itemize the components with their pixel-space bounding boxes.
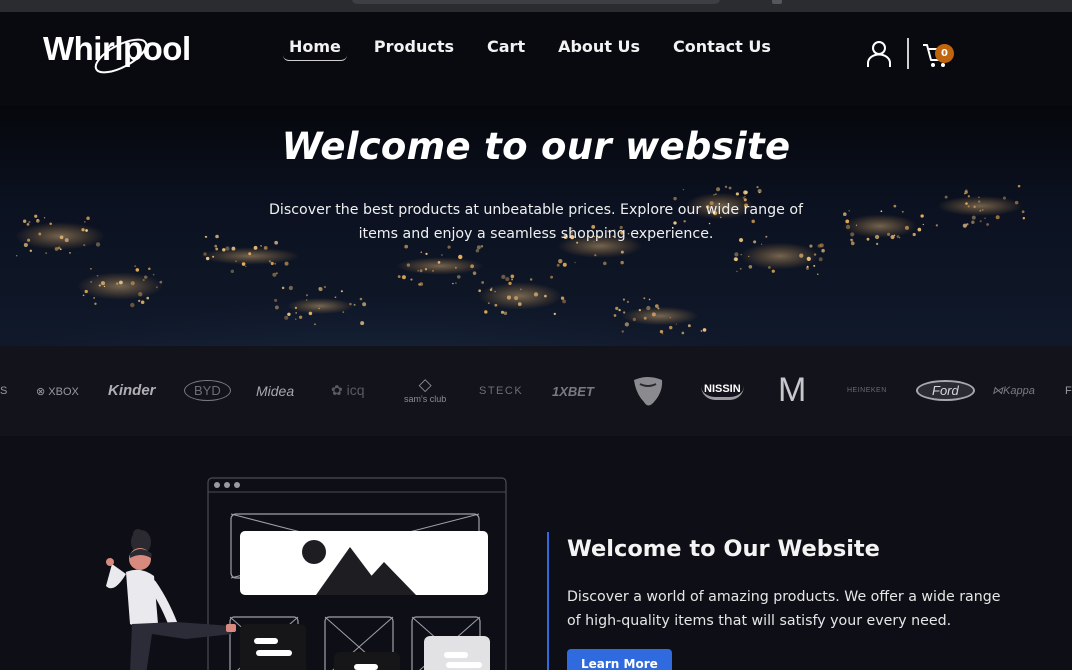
user-account-button[interactable] xyxy=(866,40,892,68)
browser-extension-icon[interactable] xyxy=(772,0,782,4)
brand-logo-kinder: Kinder xyxy=(108,382,156,399)
main-nav: Home Products Cart About Us Contact Us xyxy=(283,34,798,64)
brand-logo-heineken: HEINEKEN xyxy=(847,387,887,394)
brand-logo-partial: S xyxy=(0,385,8,397)
cart-count-badge: 0 xyxy=(935,44,954,63)
rolling-stones-tongue-icon xyxy=(634,377,663,406)
nav-divider xyxy=(907,38,909,69)
brand-logos-strip: S ⊗ XBOX Kinder BYD Midea ✿ icq ◇ sam's c… xyxy=(0,346,1072,436)
hero-description: Discover the best products at unbeatable… xyxy=(269,202,803,242)
brand-logo-icq: ✿ icq xyxy=(331,382,365,398)
learn-more-button[interactable]: Learn More xyxy=(567,649,672,670)
brand-logo-nissin: NISSIN xyxy=(701,383,744,400)
nav-home[interactable]: Home xyxy=(283,34,347,61)
brand-logo-1xbet: 1XBET xyxy=(552,384,594,399)
brand-logo-ford: Ford xyxy=(916,380,975,401)
about-content: Welcome to Our Website Discover a world … xyxy=(547,532,1017,670)
brand-logo-kappa: ⋈Kappa xyxy=(992,385,1035,397)
hero-title: Welcome to our website xyxy=(281,125,791,168)
browser-address-bar[interactable] xyxy=(352,0,720,4)
nav-products[interactable]: Products xyxy=(368,34,460,61)
brand-logo-byd: BYD xyxy=(184,380,231,401)
nav-contact-us[interactable]: Contact Us xyxy=(667,34,777,61)
navbar: Whirlpool Home Products Cart About Us Co… xyxy=(0,12,1072,106)
nav-about-us[interactable]: About Us xyxy=(552,34,646,61)
logo-swoosh-icon xyxy=(94,38,148,74)
brand-logo-mcdonalds: M xyxy=(778,371,807,409)
user-icon xyxy=(867,41,891,67)
website-builder-illustration xyxy=(106,477,507,670)
brand-logo-midea: Midea xyxy=(256,383,295,399)
about-title: Welcome to Our Website xyxy=(567,536,880,562)
hero-section: Welcome to our website Discover the best… xyxy=(0,106,1072,346)
whirlpool-logo[interactable]: Whirlpool xyxy=(43,28,193,80)
about-section: Welcome to Our Website Discover a world … xyxy=(0,436,1072,670)
brand-logo-partial-right: F xyxy=(1065,385,1072,397)
browser-top-strip xyxy=(0,0,1072,12)
brand-logo-steck: STECK xyxy=(479,385,524,397)
brand-logo-sams-club: ◇ sam's club xyxy=(404,375,447,405)
nav-cart[interactable]: Cart xyxy=(481,34,531,61)
brand-logo-xbox: ⊗ XBOX xyxy=(36,386,79,398)
about-description: Discover a world of amazing products. We… xyxy=(567,589,1001,629)
